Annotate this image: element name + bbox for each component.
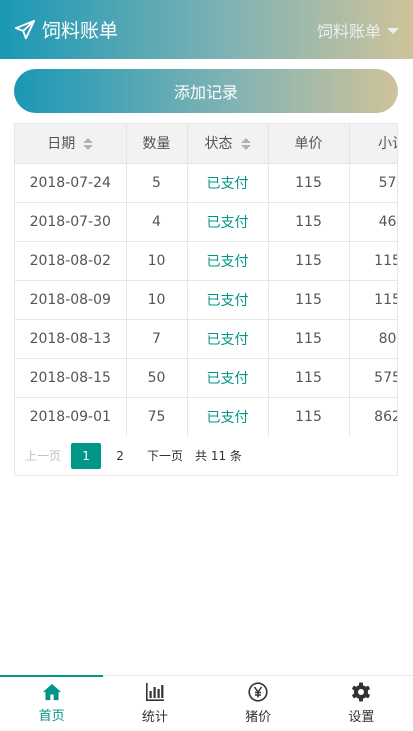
cell-date: 2018-08-09 — [15, 280, 127, 320]
cell-subtotal: 1150 — [349, 280, 397, 320]
cell-subtotal: 8625 — [349, 397, 397, 437]
bill-type-dropdown[interactable]: 饲料账单 — [317, 18, 399, 42]
bottom-tab-bar: 首页 统计 猪价 设置 — [0, 675, 413, 731]
cell-quantity: 5 — [126, 163, 188, 203]
bill-table: 日期 数量 状态 单价 小计 2018-07-24 5 已支付 115 575 … — [14, 123, 398, 476]
cell-date: 2018-07-30 — [15, 202, 127, 242]
table-row: 2018-08-02 10 已支付 115 1150 — [15, 241, 397, 281]
tab-pig-price[interactable]: 猪价 — [207, 676, 310, 731]
cell-date: 2018-07-24 — [15, 163, 127, 203]
table-header-row: 日期 数量 状态 单价 小计 — [15, 124, 397, 164]
cell-status: 已支付 — [187, 163, 269, 203]
cell-unit-price: 115 — [268, 280, 350, 320]
sort-icon[interactable] — [83, 138, 94, 151]
tab-home[interactable]: 首页 — [0, 675, 104, 731]
prev-page-button[interactable]: 上一页 — [25, 447, 61, 464]
tab-settings[interactable]: 设置 — [310, 676, 413, 731]
cell-subtotal: 460 — [349, 202, 397, 242]
cell-quantity: 10 — [126, 241, 188, 281]
cell-date: 2018-09-01 — [15, 397, 127, 437]
cell-status: 已支付 — [187, 358, 269, 398]
cell-status: 已支付 — [187, 280, 269, 320]
tab-statistics[interactable]: 统计 — [103, 676, 206, 731]
page-button-1[interactable]: 1 — [71, 442, 102, 469]
next-page-button[interactable]: 下一页 — [147, 447, 183, 464]
cell-quantity: 7 — [126, 319, 188, 359]
cell-subtotal: 5750 — [349, 358, 397, 398]
app-logo[interactable]: 饲料账单 — [14, 16, 118, 43]
pagination: 上一页 1 2 下一页 共 11 条 — [15, 436, 397, 475]
gear-icon — [352, 682, 371, 702]
cell-status: 已支付 — [187, 319, 269, 359]
cell-status: 已支付 — [187, 241, 269, 281]
column-header-subtotal: 小计 — [349, 124, 397, 164]
cell-quantity: 10 — [126, 280, 188, 320]
cell-status: 已支付 — [187, 397, 269, 437]
dropdown-label: 饲料账单 — [316, 21, 381, 41]
column-header-status[interactable]: 状态 — [187, 124, 269, 164]
cell-quantity: 50 — [126, 358, 188, 398]
home-icon — [42, 683, 61, 701]
table-row: 2018-09-01 75 已支付 115 8625 — [15, 397, 397, 437]
table-row: 2018-07-30 4 已支付 115 460 — [15, 202, 397, 242]
add-record-button[interactable]: 添加记录 — [14, 69, 398, 113]
cell-subtotal: 575 — [349, 163, 397, 203]
tab-label: 设置 — [348, 710, 375, 725]
cell-date: 2018-08-13 — [15, 319, 127, 359]
column-header-date[interactable]: 日期 — [15, 124, 127, 164]
cell-unit-price: 115 — [268, 202, 350, 242]
app-header: 饲料账单 饲料账单 — [0, 0, 413, 59]
table-row: 2018-08-09 10 已支付 115 1150 — [15, 280, 397, 320]
cell-status: 已支付 — [187, 202, 269, 242]
column-header-unit-price: 单价 — [268, 124, 350, 164]
cell-unit-price: 115 — [268, 358, 350, 398]
cell-quantity: 4 — [126, 202, 188, 242]
cell-unit-price: 115 — [268, 241, 350, 281]
cell-unit-price: 115 — [268, 397, 350, 437]
bar-chart-icon — [145, 683, 164, 701]
cell-subtotal: 805 — [349, 319, 397, 359]
cell-subtotal: 1150 — [349, 241, 397, 281]
total-count: 共 11 条 — [195, 449, 242, 463]
sort-icon[interactable] — [240, 138, 251, 151]
tab-label: 猪价 — [245, 710, 272, 725]
cell-date: 2018-08-15 — [15, 358, 127, 398]
cell-quantity: 75 — [126, 397, 188, 437]
table-row: 2018-08-13 7 已支付 115 805 — [15, 319, 397, 359]
cell-date: 2018-08-02 — [15, 241, 127, 281]
caret-down-icon — [387, 28, 399, 34]
table-row: 2018-07-24 5 已支付 115 575 — [15, 163, 397, 203]
cell-unit-price: 115 — [268, 319, 350, 359]
paper-plane-icon — [14, 19, 36, 39]
page-button-2[interactable]: 2 — [105, 443, 135, 469]
cell-unit-price: 115 — [268, 163, 350, 203]
yen-icon — [248, 682, 268, 702]
table-row: 2018-08-15 50 已支付 115 5750 — [15, 358, 397, 398]
tab-label: 统计 — [141, 710, 168, 725]
column-header-quantity: 数量 — [126, 124, 188, 164]
tab-label: 首页 — [38, 709, 65, 724]
app-title: 饲料账单 — [42, 20, 119, 42]
